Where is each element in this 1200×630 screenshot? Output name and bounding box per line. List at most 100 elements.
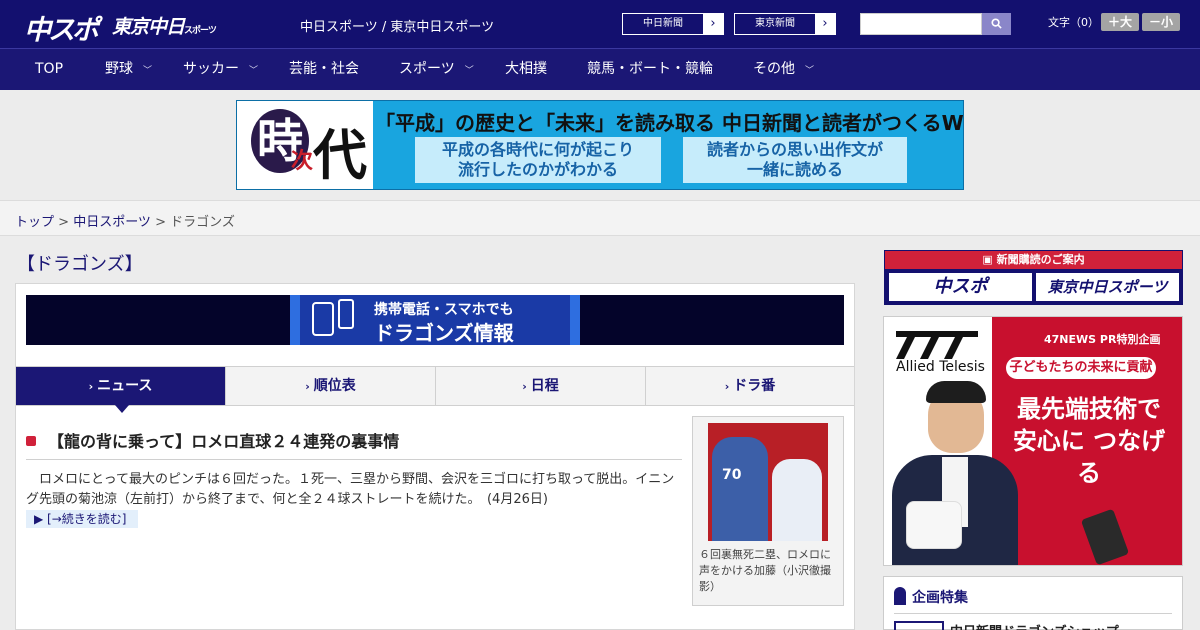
tokyo-shimbun-label: 東京新聞 [755,18,795,29]
tab-label: 順位表 [313,378,356,394]
tokyo-shimbun-link[interactable]: 東京新聞 › [734,13,836,35]
article-title-text: 【龍の背に乗って】ロメロ直球２４連発の裏事情 [48,432,400,451]
banner-headline: 「平成」の歴史と「未来」を読み取る 中日新聞と読者がつくるWebサイト [375,111,963,135]
smartphone-icon [338,299,354,329]
ribbon-icon [894,587,906,605]
search-button[interactable] [982,13,1011,35]
chevron-right-icon: › [522,380,527,393]
tab-schedule[interactable]: › 日程 [436,367,646,405]
chuspo-logo[interactable]: 中スポ [24,8,99,47]
banner-sub-left: 平成の各時代に何が起こり 流行したのかがわかる [415,137,661,183]
ad-brand: Allied Telesis [896,359,985,375]
subscription-bar: ▣ 新聞購読のご案内 [885,251,1182,269]
nav-item-soccer[interactable]: サッカー ﹀ [183,49,258,90]
nav-item-baseball[interactable]: 野球 ﹀ [105,49,152,90]
tab-label: ドラ番 [733,378,776,394]
nav-label: TOP [35,61,64,77]
ad-person-hair [926,381,986,403]
chevron-down-icon: ﹀ [249,66,259,76]
chevron-down-icon: ﹀ [143,66,153,76]
jidai-tsugi: 次 [291,149,314,174]
jidai-banner[interactable]: 時 次 代 「平成」の歴史と「未来」を読み取る 中日新聞と読者がつくるWebサイ… [236,100,964,190]
mobile-banner-line1: 携帯電話・スマホでも [374,302,514,318]
main-panel: 携帯電話・スマホでも ドラゴンズ情報 › ニュース › 順位表 › 日程 › ドラ番 【… [15,283,855,630]
breadcrumb-home[interactable]: トップ [15,215,54,230]
banner-sub-left-line1: 平成の各時代に何が起こり [441,140,634,159]
divider [894,613,1172,614]
nav-label: 大相撲 [505,61,547,77]
mobile-dragons-banner[interactable]: 携帯電話・スマホでも ドラゴンズ情報 [26,295,844,345]
dragons-tabs: › ニュース › 順位表 › 日程 › ドラ番 [16,366,854,406]
article-photo[interactable]: 70 [708,423,828,541]
ad-pill: 子どもたちの未来に貢献 [1006,357,1156,379]
feature-box: 企画特集 中日新聞ドラゴンズショップ [883,576,1183,630]
article-photo-box: 70 ６回裏無死二塁、ロメロに声をかける加藤（小沢徹撮影） [692,416,844,606]
feature-item-dragons-shop[interactable]: 中日新聞ドラゴンズショップ [950,621,1119,630]
feature-thumbnail[interactable] [894,621,944,630]
nav-item-top[interactable]: TOP [35,49,63,90]
subscription-guide: ▣ 新聞購読のご案内 中スポ 東京中日スポーツ [884,250,1183,305]
banner-sub-right-line1: 読者からの思い出作文が [706,140,883,159]
chevron-down-icon: ﹀ [464,66,474,76]
jidai-dai: 代 [313,124,367,187]
tokyo-logo-text: 東京中日 [112,16,185,38]
nav-label: 芸能・社会 [289,61,359,77]
subscribe-chuspo-button[interactable]: 中スポ [889,273,1032,301]
banner-sub-right-line2: 一緒に読める [746,160,843,179]
subscription-bar-label: 新聞購読のご案内 [996,253,1085,266]
photo-player-left [712,437,768,541]
article-title[interactable]: 【龍の背に乗って】ロメロ直球２４連発の裏事情 [26,428,399,452]
photo-caption: ６回裏無死二塁、ロメロに声をかける加藤（小沢徹撮影） [699,548,831,593]
ad-headline: 最先端技術で 安心に つなげる [1012,395,1166,487]
breadcrumb-parent[interactable]: 中日スポーツ [73,215,151,230]
allied-telesis-logo-icon [896,331,978,359]
font-size-label: 文字（0） [1048,16,1099,29]
tab-label: 日程 [530,378,559,394]
phone-icon [312,302,334,336]
jidai-logo: 時 次 代 [237,101,373,189]
divider [26,459,682,460]
chunichi-shimbun-link[interactable]: 中日新聞 › [622,13,724,35]
main-nav: TOP 野球 ﹀ サッカー ﹀ 芸能・社会 スポーツ ﹀ 大相撲 競馬・ボート・競輪 … [0,48,1200,90]
feature-title-text: 企画特集 [912,590,968,606]
photo-jersey-number: 70 [722,467,742,483]
tab-news[interactable]: › ニュース [16,367,226,405]
breadcrumb-bar: トップ > 中日スポーツ > ドラゴンズ [0,200,1200,236]
site-title: 中日スポーツ / 東京中日スポーツ [300,20,495,35]
font-smaller-button[interactable]: －小 [1142,13,1180,31]
banner-sub-right: 読者からの思い出作文が 一緒に読める [683,137,907,183]
nav-item-sports[interactable]: スポーツ ﹀ [399,49,474,90]
photo-player-right [772,459,822,541]
search-icon [991,18,1002,29]
wifi-device-icon [906,501,962,549]
allied-telesis-ad[interactable]: Allied Telesis 47NEWS PR特別企画 子どもたちの未来に貢献… [883,316,1183,566]
chevron-down-icon: ﹀ [805,66,815,76]
banner-sub-left-line2: 流行したのかがわかる [457,160,618,179]
chevron-right-icon: › [703,14,723,34]
read-more-link[interactable]: ▶ [→続きを読む] [26,510,139,528]
nav-label: サッカー [183,61,239,77]
breadcrumb: トップ > 中日スポーツ > ドラゴンズ [15,211,235,230]
chunichi-shimbun-label: 中日新聞 [643,18,683,29]
tokyo-chunichi-logo[interactable]: 東京中日スポーツ [112,12,217,39]
video-icon [26,435,36,446]
subscribe-tokyo-button[interactable]: 東京中日スポーツ [1036,273,1179,301]
tab-doraban[interactable]: › ドラ番 [646,367,854,405]
nav-label: スポーツ [399,61,455,77]
chevron-right-icon: › [815,14,835,34]
mobile-banner-line2: ドラゴンズ情報 [374,321,514,345]
tab-label: ニュース [97,378,153,394]
nav-item-other[interactable]: その他 ﹀ [753,49,814,90]
nav-item-racing[interactable]: 競馬・ボート・競輪 [587,49,713,90]
nav-item-entertainment[interactable]: 芸能・社会 [289,49,359,90]
nav-label: 競馬・ボート・競輪 [587,61,713,77]
active-tab-pointer [115,405,129,413]
font-larger-button[interactable]: ＋大 [1101,13,1139,31]
chevron-right-icon: › [305,380,310,393]
article-body: ロメロにとって最大のピンチは６回だった。１死一、三塁から野間、会沢を三ゴロに打ち… [26,472,675,507]
page-title: 【ドラゴンズ】 [17,254,143,275]
search-input[interactable] [860,13,982,35]
nav-item-sumo[interactable]: 大相撲 [505,49,547,90]
tab-standings[interactable]: › 順位表 [226,367,436,405]
breadcrumb-current: ドラゴンズ [170,215,235,230]
